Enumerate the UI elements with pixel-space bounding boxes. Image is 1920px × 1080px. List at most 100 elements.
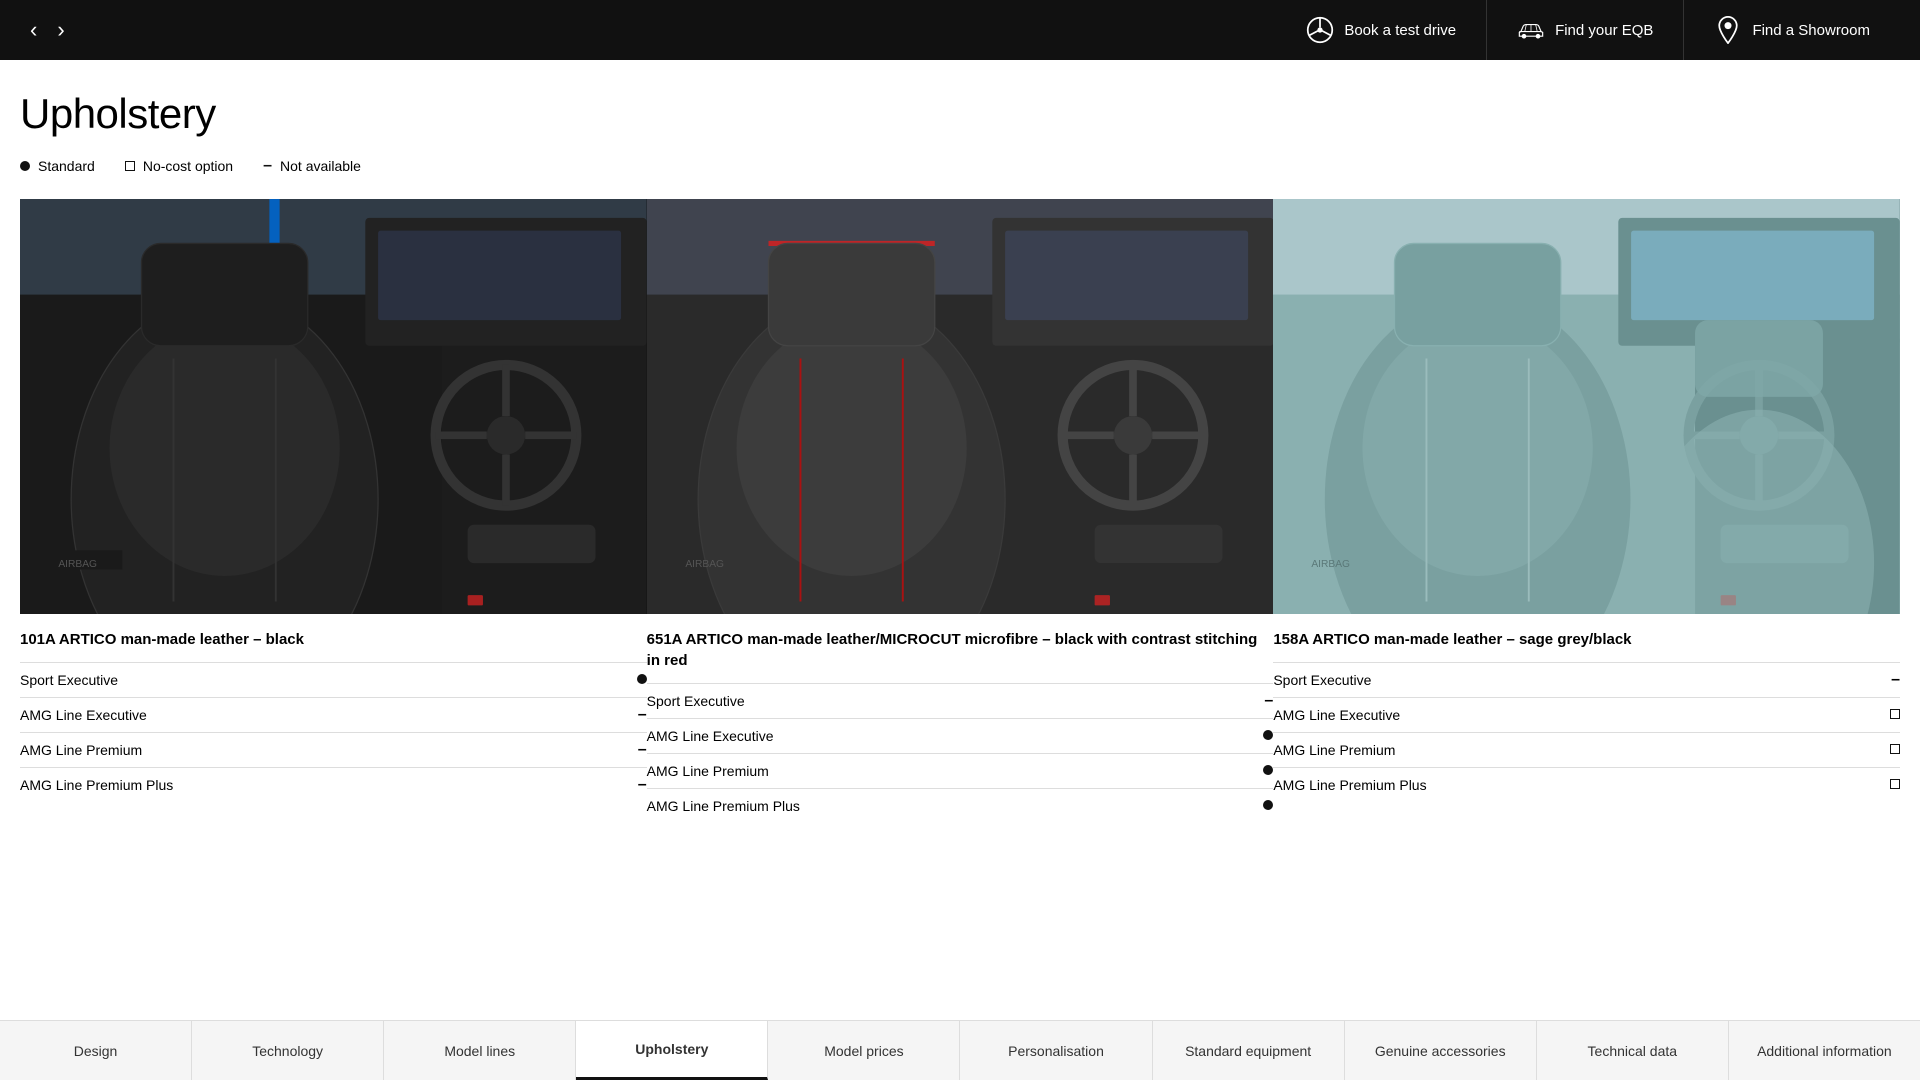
- dash-indicator: –: [1264, 693, 1273, 709]
- square-indicator: [1890, 709, 1900, 719]
- nav-item-genuine-accessories[interactable]: Genuine accessories: [1345, 1021, 1537, 1080]
- nav-item-standard-equipment[interactable]: Standard equipment: [1153, 1021, 1345, 1080]
- upholstery-image-101A: AIRBAG: [20, 199, 647, 614]
- dot-indicator: [1263, 765, 1273, 775]
- find-showroom-label: Find a Showroom: [1752, 22, 1870, 39]
- upholstery-image-651A: AIRBAG: [647, 199, 1274, 614]
- spec-table-158A: Sport Executive – AMG Line Executive AMG…: [1273, 662, 1900, 802]
- nav-item-design[interactable]: Design: [0, 1021, 192, 1080]
- spec-label: AMG Line Premium Plus: [647, 789, 1235, 824]
- dash-indicator: –: [638, 777, 647, 793]
- spec-indicator: –: [608, 698, 646, 733]
- upholstery-card-651A: AIRBAG 651A ARTICO man-made leather/MICR…: [647, 199, 1274, 823]
- main-content: Upholstery Standard No-cost option – Not…: [0, 60, 1920, 843]
- spec-row: AMG Line Executive: [647, 719, 1274, 754]
- spec-label: Sport Executive: [20, 663, 608, 698]
- legend-dash-icon: –: [263, 158, 272, 174]
- legend: Standard No-cost option – Not available: [20, 158, 1900, 174]
- legend-no-cost: No-cost option: [125, 158, 233, 174]
- spec-row: AMG Line Executive –: [20, 698, 647, 733]
- svg-text:AIRBAG: AIRBAG: [685, 559, 724, 570]
- interior-svg-black: AIRBAG: [20, 199, 647, 614]
- interior-svg-grey: AIRBAG: [647, 199, 1274, 614]
- card-title-651A: 651A ARTICO man-made leather/MICROCUT mi…: [647, 614, 1274, 683]
- spec-indicator: [1235, 789, 1273, 824]
- forward-arrow-button[interactable]: ›: [47, 17, 74, 43]
- nav-item-technical-data[interactable]: Technical data: [1537, 1021, 1729, 1080]
- spec-row: AMG Line Premium –: [20, 733, 647, 768]
- spec-row: AMG Line Premium: [647, 754, 1274, 789]
- dot-indicator: [637, 674, 647, 684]
- book-test-drive-action[interactable]: Book a test drive: [1276, 0, 1486, 60]
- interior-svg-sage: AIRBAG: [1273, 199, 1900, 614]
- nav-item-upholstery[interactable]: Upholstery: [576, 1021, 768, 1080]
- spec-indicator: –: [608, 768, 646, 803]
- spec-row: Sport Executive: [20, 663, 647, 698]
- back-arrow-button[interactable]: ‹: [20, 17, 47, 43]
- spec-label: AMG Line Premium: [20, 733, 608, 768]
- nav-item-additional-info[interactable]: Additional information: [1729, 1021, 1920, 1080]
- spec-label: AMG Line Premium Plus: [1273, 768, 1861, 803]
- book-test-drive-label: Book a test drive: [1344, 22, 1456, 39]
- spec-row: AMG Line Premium Plus: [1273, 768, 1900, 803]
- find-eqb-label: Find your EQB: [1555, 22, 1653, 39]
- card-title-158A: 158A ARTICO man-made leather – sage grey…: [1273, 614, 1900, 662]
- legend-standard: Standard: [20, 158, 95, 174]
- svg-text:AIRBAG: AIRBAG: [58, 559, 97, 570]
- nav-item-model-prices[interactable]: Model prices: [768, 1021, 960, 1080]
- nav-item-technology[interactable]: Technology: [192, 1021, 384, 1080]
- nav-item-model-lines[interactable]: Model lines: [384, 1021, 576, 1080]
- spec-table-651A: Sport Executive – AMG Line Executive AMG…: [647, 683, 1274, 823]
- spec-row: AMG Line Executive: [1273, 698, 1900, 733]
- spec-label: AMG Line Executive: [1273, 698, 1861, 733]
- upholstery-card-158A: AIRBAG 158A: [1273, 199, 1900, 823]
- spec-label: AMG Line Executive: [20, 698, 608, 733]
- header: ‹ › Book a test drive Find: [0, 0, 1920, 60]
- square-indicator: [1890, 744, 1900, 754]
- spec-label: AMG Line Executive: [647, 719, 1235, 754]
- find-showroom-action[interactable]: Find a Showroom: [1683, 0, 1900, 60]
- legend-not-available: – Not available: [263, 158, 361, 174]
- spec-row: Sport Executive –: [647, 684, 1274, 719]
- legend-no-cost-label: No-cost option: [143, 158, 233, 174]
- legend-square-icon: [125, 161, 135, 171]
- dash-indicator: –: [638, 742, 647, 758]
- dot-indicator: [1263, 730, 1273, 740]
- dash-indicator: –: [1891, 672, 1900, 688]
- spec-row: Sport Executive –: [1273, 663, 1900, 698]
- spec-indicator: [1862, 698, 1900, 733]
- spec-label: Sport Executive: [647, 684, 1235, 719]
- header-actions: Book a test drive Find your EQB Find a S…: [1276, 0, 1900, 60]
- upholstery-card-101A: AIRBAG 101A ARTICO man-made leather – bl…: [20, 199, 647, 823]
- spec-label: AMG Line Premium: [647, 754, 1235, 789]
- page-title: Upholstery: [20, 90, 1900, 138]
- svg-text:AIRBAG: AIRBAG: [1312, 559, 1351, 570]
- upholstery-grid: AIRBAG 101A ARTICO man-made leather – bl…: [20, 199, 1900, 823]
- spec-indicator: [608, 663, 646, 698]
- square-indicator: [1890, 779, 1900, 789]
- upholstery-image-158A: AIRBAG: [1273, 199, 1900, 614]
- dash-indicator: –: [638, 707, 647, 723]
- find-eqb-action[interactable]: Find your EQB: [1486, 0, 1683, 60]
- spec-label: AMG Line Premium Plus: [20, 768, 608, 803]
- spec-indicator: –: [1862, 663, 1900, 698]
- legend-dot-icon: [20, 161, 30, 171]
- legend-not-available-label: Not available: [280, 158, 361, 174]
- spec-indicator: –: [1235, 684, 1273, 719]
- spec-row: AMG Line Premium Plus –: [20, 768, 647, 803]
- card-title-101A: 101A ARTICO man-made leather – black: [20, 614, 647, 662]
- steering-wheel-icon: [1306, 16, 1334, 44]
- nav-item-personalisation[interactable]: Personalisation: [960, 1021, 1152, 1080]
- bottom-navigation: Design Technology Model lines Upholstery…: [0, 1020, 1920, 1080]
- car-icon: [1517, 16, 1545, 44]
- spec-row: AMG Line Premium Plus: [647, 789, 1274, 824]
- spec-indicator: –: [608, 733, 646, 768]
- spec-indicator: [1235, 719, 1273, 754]
- spec-indicator: [1862, 733, 1900, 768]
- location-pin-icon: [1714, 16, 1742, 44]
- legend-standard-label: Standard: [38, 158, 95, 174]
- spec-table-101A: Sport Executive AMG Line Executive – AMG…: [20, 662, 647, 802]
- dot-indicator: [1263, 800, 1273, 810]
- spec-label: AMG Line Premium: [1273, 733, 1861, 768]
- spec-row: AMG Line Premium: [1273, 733, 1900, 768]
